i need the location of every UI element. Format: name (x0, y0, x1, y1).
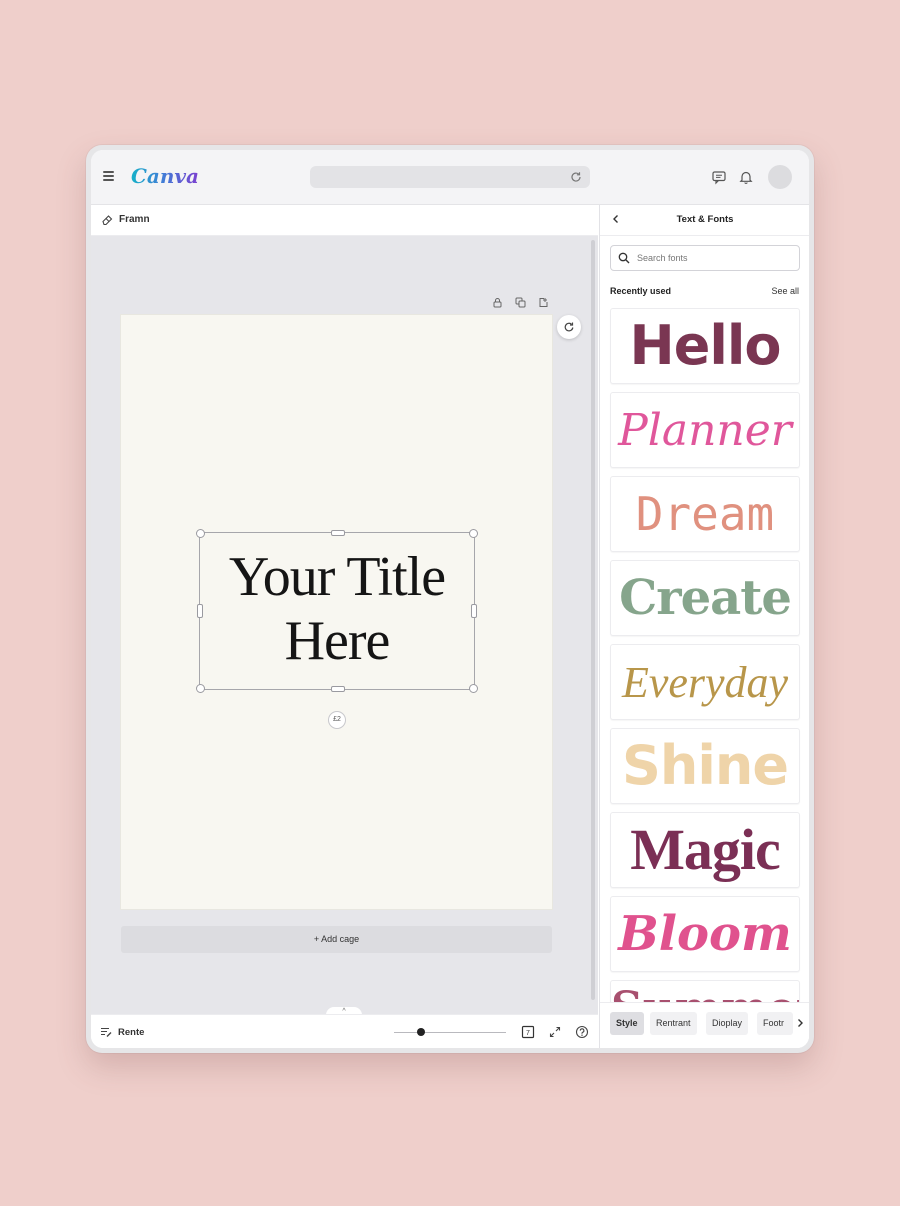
see-all-link[interactable]: See all (771, 286, 799, 296)
resize-handle-top[interactable] (331, 530, 345, 536)
font-card-everyday[interactable]: Everyday (610, 644, 800, 720)
resize-handle-left[interactable] (197, 604, 203, 618)
tablet-frame: Canva Framn Your Title Here £2 + Add cag… (86, 145, 814, 1053)
font-sample: Planner (618, 405, 792, 456)
top-bar: Canva (91, 150, 809, 205)
avatar[interactable] (768, 165, 792, 189)
font-card-shine[interactable]: Shine (610, 728, 800, 804)
add-page-icon[interactable] (538, 297, 549, 308)
menu-icon[interactable] (103, 171, 114, 181)
duplicate-icon[interactable] (515, 297, 526, 308)
reload-icon[interactable] (569, 170, 583, 184)
resize-handle-top-right[interactable] (469, 529, 478, 538)
font-sample: Summer (611, 984, 799, 1004)
font-sample: Create (619, 570, 792, 626)
comment-icon[interactable] (711, 169, 727, 185)
scrollbar-thumb[interactable] (591, 240, 595, 1000)
font-category-chips: Style Rentrant Dioplay Footr (600, 1002, 809, 1048)
recently-used-label: Recently used (610, 286, 672, 296)
title-line-2: Here (284, 610, 391, 672)
font-sample: Shine (622, 734, 789, 797)
font-card-magic[interactable]: Magic (610, 812, 800, 888)
resize-handle-right[interactable] (471, 604, 477, 618)
panel-header: Text & Fonts (600, 205, 809, 236)
fullscreen-icon[interactable] (548, 1025, 562, 1039)
font-sample: Hello (629, 314, 782, 377)
font-card-hello[interactable]: Hello (610, 308, 800, 384)
chip-rentrant[interactable]: Rentrant (650, 1012, 697, 1035)
title-line-1: Your Title (228, 546, 446, 608)
resize-handle-top-left[interactable] (196, 529, 205, 538)
panel-title: Text & Fonts (676, 214, 734, 225)
font-sample: Bloom (618, 906, 792, 962)
zoom-slider-knob[interactable] (417, 1028, 425, 1036)
resize-handle-bottom[interactable] (331, 686, 345, 692)
font-sample: Dream (635, 487, 775, 541)
font-card-create[interactable]: Create (610, 560, 800, 636)
pages-icon[interactable]: 7 (521, 1025, 535, 1039)
chip-style[interactable]: Style (610, 1012, 644, 1035)
bell-icon[interactable] (738, 169, 754, 185)
font-card-summer[interactable]: Summer (610, 980, 800, 1004)
font-card-dream[interactable]: Dream (610, 476, 800, 552)
page-title-text[interactable]: Your Title Here (200, 545, 474, 673)
editor-subbar: Framn (91, 205, 598, 236)
notes-icon[interactable] (100, 1026, 112, 1038)
app-logo[interactable]: Canva (131, 164, 199, 188)
resize-handle-bottom-right[interactable] (469, 684, 478, 693)
add-page-button[interactable]: + Add cage (121, 926, 552, 953)
lock-icon[interactable] (492, 297, 503, 308)
font-card-bloom[interactable]: Bloom (610, 896, 800, 972)
subbar-label[interactable]: Framn (119, 214, 150, 225)
chip-footr[interactable]: Footr (757, 1012, 793, 1035)
chip-dioplay[interactable]: Dioplay (706, 1012, 749, 1035)
search-icon (618, 252, 630, 264)
search-input[interactable] (635, 249, 797, 267)
bottom-bar: Rente 7 (91, 1014, 598, 1048)
app-screen: Canva Framn Your Title Here £2 + Add cag… (91, 150, 809, 1048)
rotate-handle[interactable]: £2 (328, 711, 346, 729)
resize-handle-bottom-left[interactable] (196, 684, 205, 693)
zoom-slider[interactable] (394, 1032, 506, 1033)
help-icon[interactable] (575, 1025, 589, 1039)
eraser-icon[interactable] (101, 213, 114, 226)
notes-label[interactable]: Rente (118, 1027, 144, 1038)
text-fonts-panel: Text & Fonts Recently used See all Hello… (599, 205, 809, 1048)
font-card-planner[interactable]: Planner (610, 392, 800, 468)
chevron-right-icon[interactable] (795, 1018, 805, 1028)
title-text-box[interactable]: Your Title Here (196, 529, 478, 693)
svg-text:7: 7 (526, 1030, 530, 1037)
font-sample: Everyday (621, 658, 789, 707)
font-sample: Magic (630, 817, 781, 882)
refresh-button[interactable] (557, 315, 581, 339)
address-bar[interactable] (310, 166, 590, 188)
refresh-icon (564, 322, 574, 332)
font-search[interactable] (610, 245, 800, 271)
